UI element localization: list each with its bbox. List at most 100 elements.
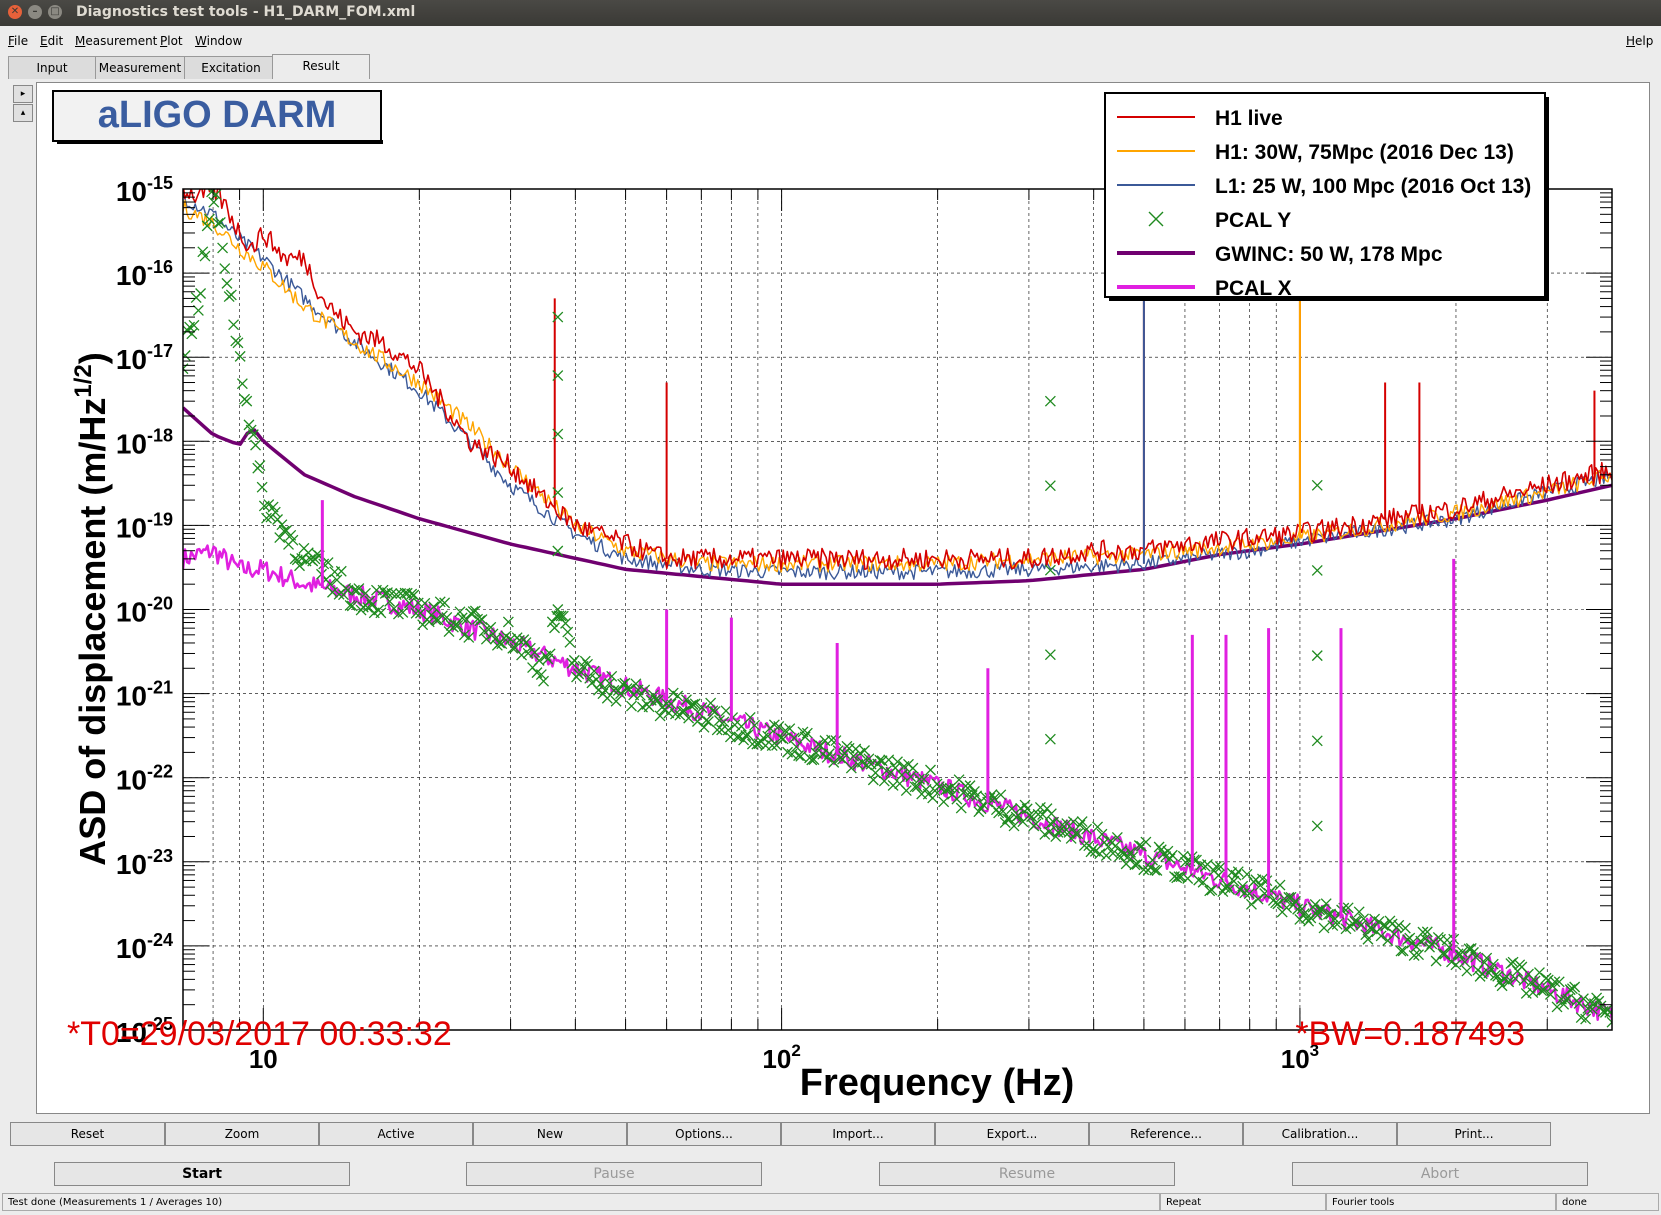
- pcal-y-spike-marker: [1044, 649, 1056, 661]
- y-tick-label: 10-18: [116, 425, 173, 459]
- legend-label: PCAL Y: [1215, 209, 1291, 232]
- pcal-y-marker: [867, 774, 879, 786]
- pcal-y-marker: [221, 277, 233, 289]
- active-button[interactable]: Active: [319, 1122, 473, 1146]
- pcal-y-marker: [927, 792, 939, 804]
- pcal-y-marker: [186, 328, 198, 340]
- y-axis-label-sup: 1/2: [70, 364, 97, 397]
- status-bar: Test done (Measurements 1 / Averages 10)…: [0, 1193, 1661, 1213]
- legend-shadow-right: [1545, 97, 1549, 301]
- menu-file[interactable]: File: [8, 34, 28, 48]
- pcal-y-marker: [883, 754, 895, 766]
- plot-title: aLIGO DARM: [98, 94, 337, 136]
- y-tick-label: 10-16: [116, 257, 173, 291]
- pcal-y-marker: [375, 607, 387, 619]
- pcal-y-marker: [535, 669, 547, 681]
- options-button[interactable]: Options...: [627, 1122, 781, 1146]
- abort-button[interactable]: Abort: [1292, 1162, 1588, 1186]
- reference-button[interactable]: Reference...: [1089, 1122, 1243, 1146]
- legend-label: GWINC: 50 W, 178 Mpc: [1215, 243, 1443, 266]
- tab-input[interactable]: Input: [8, 56, 96, 79]
- pcal-y-marker: [562, 626, 574, 638]
- pcal-y-marker: [1008, 820, 1020, 832]
- menu-plot[interactable]: Plot: [160, 34, 183, 48]
- pcal-y-marker: [1397, 945, 1409, 957]
- pcal-y-marker: [1019, 799, 1031, 811]
- pcal-y-marker: [1241, 868, 1253, 880]
- start-button[interactable]: Start: [54, 1162, 350, 1186]
- pcal-y-marker: [900, 785, 912, 797]
- pcal-y-marker: [228, 319, 240, 331]
- print-button[interactable]: Print...: [1397, 1122, 1551, 1146]
- minimize-window-button[interactable]: –: [28, 5, 42, 19]
- pcal-y-marker: [601, 692, 613, 704]
- pcal-y-marker: [925, 764, 936, 776]
- resume-button[interactable]: Resume: [879, 1162, 1175, 1186]
- maximize-window-button[interactable]: □: [48, 5, 62, 19]
- pcal-y-marker: [654, 710, 666, 722]
- pcal-y-spike-marker: [1311, 735, 1323, 747]
- series-layer: [183, 189, 1612, 1028]
- close-window-button[interactable]: ✕: [8, 5, 22, 19]
- pcal-y-marker: [199, 250, 211, 262]
- menu-edit[interactable]: Edit: [40, 34, 63, 48]
- plot-panel[interactable]: aLIGO DARM 10 102 103 10-15 10-16 10-17 10-18 1…: [36, 82, 1650, 1114]
- legend-label: H1: 30W, 75Mpc (2016 Dec 13): [1215, 141, 1514, 164]
- pcal-y-spike-marker: [1044, 733, 1056, 745]
- y-tick-label: 10-15: [116, 173, 173, 207]
- new-button[interactable]: New: [473, 1122, 627, 1146]
- legend-shadow-bottom: [1109, 297, 1549, 301]
- pcal-y-marker: [234, 350, 246, 362]
- bw-annotation: *BW=0.187493: [1295, 1015, 1525, 1053]
- t0-annotation: *T0=29/03/2017 00:33:32: [67, 1015, 452, 1053]
- expand-up-icon[interactable]: ▴: [13, 104, 33, 122]
- expand-right-icon[interactable]: ▸: [13, 85, 33, 103]
- plot-title-shadow: [57, 140, 383, 144]
- calibration-button[interactable]: Calibration...: [1243, 1122, 1397, 1146]
- y-tick-label: 10-19: [116, 509, 173, 543]
- pcal-y-marker: [208, 196, 220, 208]
- pcal-y-marker: [1149, 864, 1161, 876]
- pcal-y-marker: [217, 242, 229, 254]
- pause-button[interactable]: Pause: [466, 1162, 762, 1186]
- plot-button-row: Reset Zoom Active New Options... Import.…: [10, 1122, 1650, 1146]
- pcal-y-marker: [1245, 898, 1257, 910]
- menu-window[interactable]: Window: [195, 34, 242, 48]
- tab-result[interactable]: Result: [272, 54, 370, 79]
- y-tick-label: 10-17: [116, 341, 173, 375]
- menu-help[interactable]: Help: [1626, 34, 1653, 48]
- import-button[interactable]: Import...: [781, 1122, 935, 1146]
- pcal-y-marker: [784, 723, 796, 735]
- pcal-y-spike-marker: [1311, 479, 1323, 491]
- window-titlebar: ✕ – □ Diagnostics test tools - H1_DARM_F…: [0, 0, 1661, 26]
- tab-measurement[interactable]: Measurement: [95, 56, 185, 79]
- pcal-y-marker: [1450, 959, 1462, 971]
- pcal-y-marker: [1274, 879, 1286, 891]
- run-button-row: Start Pause Resume Abort: [0, 1162, 1661, 1188]
- pcal-y-marker: [698, 721, 710, 733]
- pcal-y-marker: [1318, 922, 1330, 934]
- pcal-y-marker: [1362, 933, 1374, 945]
- pcal-y-spike-marker: [1311, 650, 1323, 662]
- tab-excitation[interactable]: Excitation: [184, 56, 278, 79]
- y-tick-label: 10-20: [116, 594, 173, 628]
- pcal-y-marker: [1320, 898, 1332, 910]
- reset-button[interactable]: Reset: [10, 1122, 165, 1146]
- y-tick-label: 10-23: [116, 846, 173, 880]
- y-axis-label-end: ): [72, 352, 113, 364]
- legend-label: PCAL X: [1215, 277, 1292, 300]
- pcal-y-marker: [195, 288, 207, 299]
- menu-measurement[interactable]: Measurement: [75, 34, 157, 48]
- legend-label: L1: 25 W, 100 Mpc (2016 Oct 13): [1215, 175, 1531, 198]
- pcal-y-marker: [1461, 965, 1473, 977]
- zoom-button[interactable]: Zoom: [165, 1122, 319, 1146]
- pcal-y-marker: [1094, 848, 1106, 860]
- pcal-y-spike-marker: [1044, 480, 1056, 492]
- pcal-y-marker: [219, 263, 231, 275]
- export-button[interactable]: Export...: [935, 1122, 1089, 1146]
- status-state: done: [1556, 1193, 1659, 1211]
- pcal-y-marker: [502, 616, 514, 628]
- darm-asd-chart[interactable]: aLIGO DARM 10 102 10310-1510-1610-1710-181…: [37, 83, 1649, 1113]
- pcal-y-markers: [183, 189, 1612, 1028]
- window-title: Diagnostics test tools - H1_DARM_FOM.xml: [76, 4, 416, 20]
